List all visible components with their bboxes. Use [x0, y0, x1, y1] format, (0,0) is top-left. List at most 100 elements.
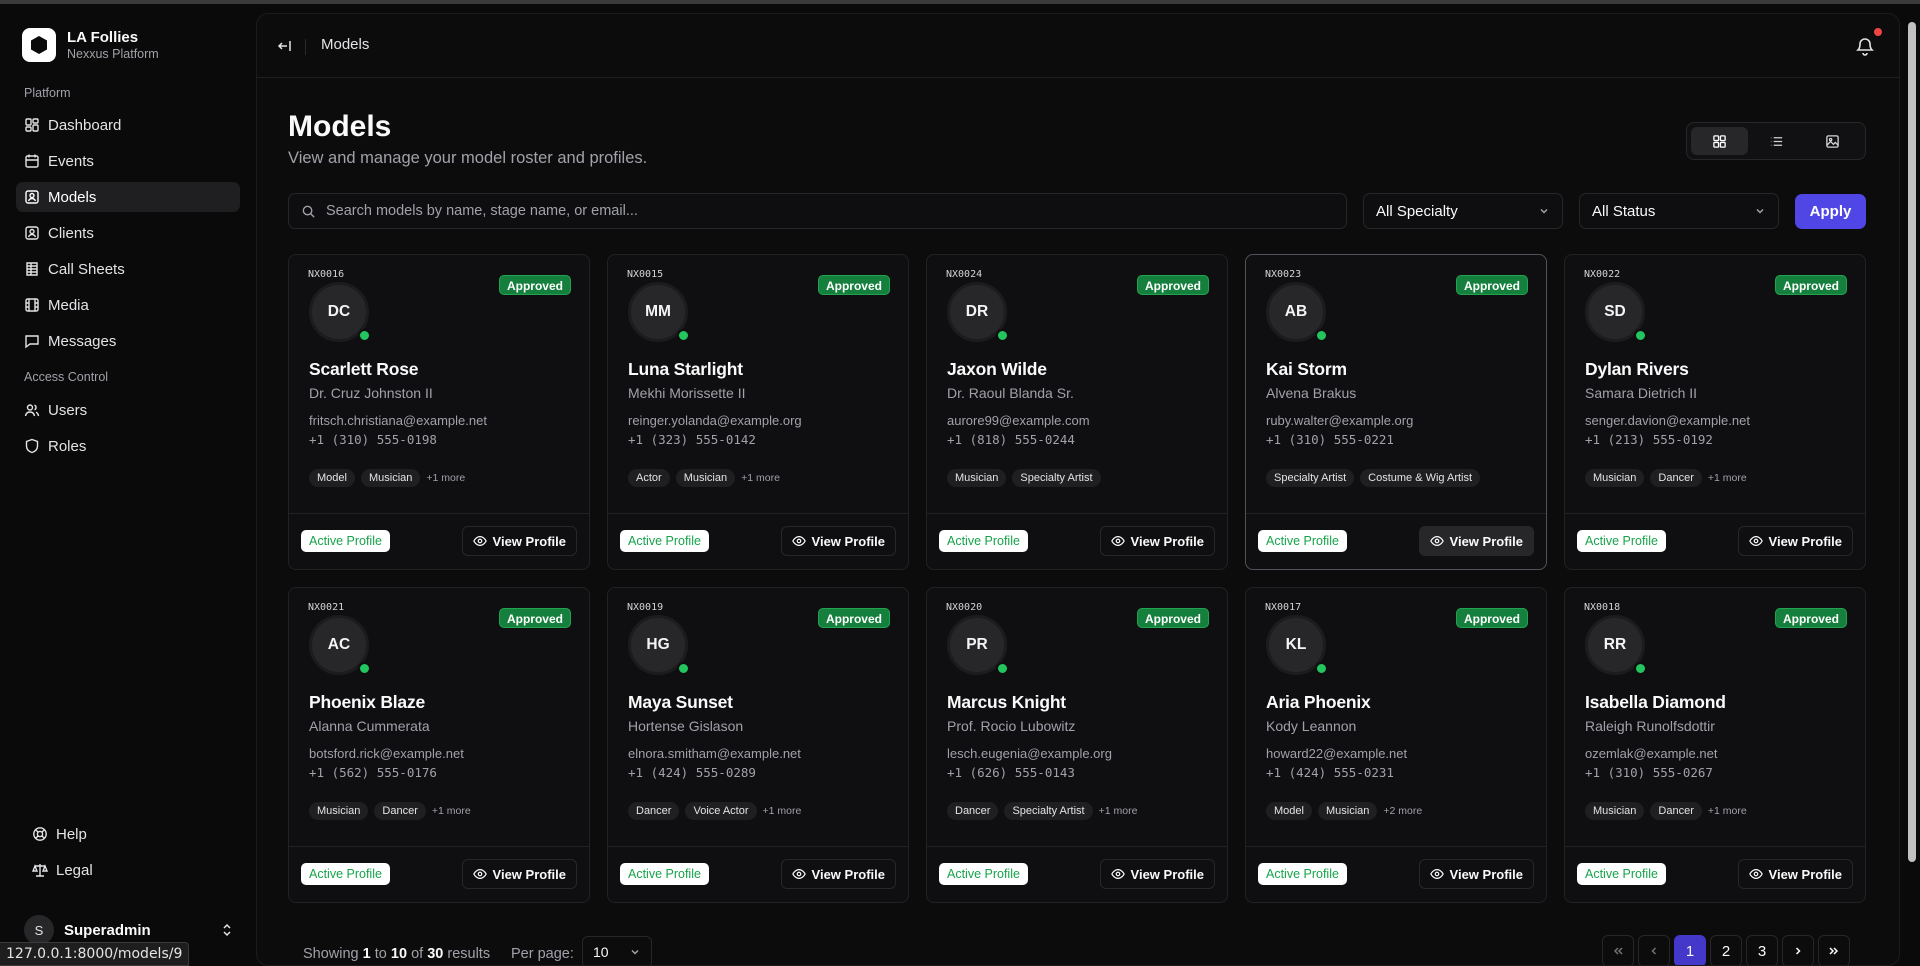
sidebar-item-label: Models	[48, 188, 97, 206]
gallery-view-button[interactable]	[1804, 127, 1861, 155]
page-button-2[interactable]: 2	[1710, 935, 1742, 965]
model-card[interactable]: NX0018 RR Approved Isabella Diamond Rale…	[1564, 587, 1866, 903]
pagination: 1 2 3	[1602, 935, 1854, 965]
active-profile-badge: Active Profile	[620, 863, 709, 885]
main-header: Models	[257, 14, 1899, 78]
model-card[interactable]: NX0021 AC Approved Phoenix Blaze Alanna …	[288, 587, 590, 903]
sidebar-item-legal[interactable]: Legal	[24, 855, 240, 885]
page-button-1[interactable]: 1	[1674, 935, 1706, 965]
model-email: botsford.rick@example.net	[309, 746, 464, 761]
search-input[interactable]	[326, 203, 1226, 219]
model-stage-name: Raleigh Runolfsdottir	[1585, 718, 1715, 734]
model-card[interactable]: NX0022 SD Approved Dylan Rivers Samara D…	[1564, 254, 1866, 570]
chevrons-left-icon	[1613, 947, 1623, 955]
model-card[interactable]: NX0023 AB Approved Kai Storm Alvena Brak…	[1245, 254, 1547, 570]
view-profile-button[interactable]: View Profile	[1418, 859, 1534, 889]
per-page-select[interactable]: 10	[582, 936, 652, 965]
chevron-left-icon	[1651, 947, 1657, 955]
active-profile-badge: Active Profile	[1258, 530, 1347, 552]
sidebar-item-label: Dashboard	[48, 116, 122, 134]
sidebar-item-media[interactable]: Media	[16, 290, 240, 320]
view-profile-button[interactable]: View Profile	[1099, 526, 1215, 556]
view-profile-button[interactable]: View Profile	[1737, 526, 1853, 556]
status-badge: Approved	[817, 275, 890, 295]
sidebar: LA Follies Nexxus Platform Platform Dash…	[0, 4, 256, 966]
specialty-tag: Musician	[360, 469, 421, 487]
active-profile-badge: Active Profile	[301, 863, 390, 885]
messages-icon	[25, 335, 39, 349]
eye-icon	[1110, 536, 1125, 546]
sidebar-item-label: Roles	[48, 437, 87, 455]
view-profile-button[interactable]: View Profile	[1418, 526, 1534, 556]
model-card[interactable]: NX0020 PR Approved Marcus Knight Prof. R…	[926, 587, 1228, 903]
view-profile-button[interactable]: View Profile	[461, 859, 577, 889]
access-section-label: Access Control	[24, 370, 109, 384]
view-profile-button[interactable]: View Profile	[1737, 859, 1853, 889]
sidebar-item-help[interactable]: Help	[24, 819, 240, 849]
sidebar-item-call-sheets[interactable]: Call Sheets	[16, 254, 240, 284]
model-stage-name: Alvena Brakus	[1266, 385, 1357, 401]
specialty-select[interactable]: All Specialty	[1363, 193, 1563, 229]
model-card[interactable]: NX0017 KL Approved Aria Phoenix Kody Lea…	[1245, 587, 1547, 903]
page-scrollbar[interactable]	[1908, 22, 1916, 862]
view-profile-label: View Profile	[811, 533, 885, 549]
view-profile-label: View Profile	[1768, 533, 1842, 549]
model-stage-name: Hortense Gislason	[628, 718, 744, 734]
sidebar-item-models[interactable]: Models	[16, 182, 240, 212]
more-tags-count: +1 more	[431, 805, 471, 817]
breadcrumb[interactable]: Models	[321, 36, 369, 53]
model-email: elnora.smitham@example.net	[628, 746, 801, 761]
model-phone: +1 (310) 555-0221	[1266, 432, 1394, 447]
specialty-tag: Musician	[1317, 802, 1378, 820]
more-tags-count: +1 more	[1098, 805, 1138, 817]
brand-title: LA Follies	[67, 28, 139, 46]
sidebar-item-roles[interactable]: Roles	[16, 431, 240, 461]
bottom-nav: Help Legal	[24, 819, 240, 891]
grid-view-button[interactable]	[1691, 127, 1748, 155]
sidebar-collapse-button[interactable]	[273, 34, 297, 58]
first-page-button[interactable]	[1602, 935, 1634, 965]
eye-icon	[1748, 869, 1763, 879]
sidebar-item-clients[interactable]: Clients	[16, 218, 240, 248]
specialty-tags: Specialty Artist Costume & Wig Artist	[1266, 469, 1486, 487]
bell-icon[interactable]	[1853, 34, 1877, 58]
view-profile-button[interactable]: View Profile	[461, 526, 577, 556]
status-select[interactable]: All Status	[1579, 193, 1779, 229]
view-mode-toggle	[1686, 122, 1866, 160]
model-card[interactable]: NX0016 DC Approved Scarlett Rose Dr. Cru…	[288, 254, 590, 570]
next-page-button[interactable]	[1782, 935, 1814, 965]
panel-collapse-icon	[277, 41, 291, 51]
model-card[interactable]: NX0024 DR Approved Jaxon Wilde Dr. Raoul…	[926, 254, 1228, 570]
last-page-button[interactable]	[1818, 935, 1850, 965]
sidebar-item-label: Media	[48, 296, 89, 314]
model-email: fritsch.christiana@example.net	[309, 413, 487, 428]
chevrons-right-icon	[1829, 947, 1839, 955]
specialty-tag: Musician	[1585, 469, 1645, 487]
apply-button[interactable]: Apply	[1795, 194, 1866, 229]
view-profile-button[interactable]: View Profile	[780, 526, 896, 556]
prev-page-button[interactable]	[1638, 935, 1670, 965]
sidebar-item-messages[interactable]: Messages	[16, 326, 240, 356]
specialty-tags: Musician Specialty Artist	[947, 469, 1107, 487]
online-status-dot	[1315, 329, 1328, 342]
sidebar-item-dashboard[interactable]: Dashboard	[16, 110, 240, 140]
model-card[interactable]: NX0019 HG Approved Maya Sunset Hortense …	[607, 587, 909, 903]
models-icon	[25, 190, 39, 204]
specialty-tag: Musician	[947, 469, 1007, 487]
eye-icon	[791, 536, 806, 546]
view-profile-label: View Profile	[492, 533, 566, 549]
sidebar-item-users[interactable]: Users	[16, 395, 240, 425]
list-view-button[interactable]	[1748, 127, 1805, 155]
search-icon	[302, 205, 315, 218]
sidebar-item-events[interactable]: Events	[16, 146, 240, 176]
search-field[interactable]	[288, 193, 1347, 229]
events-icon	[25, 154, 39, 168]
view-profile-button[interactable]: View Profile	[1099, 859, 1215, 889]
page-button-3[interactable]: 3	[1746, 935, 1778, 965]
model-card[interactable]: NX0015 MM Approved Luna Starlight Mekhi …	[607, 254, 909, 570]
chevron-right-icon	[1795, 947, 1801, 955]
view-profile-button[interactable]: View Profile	[780, 859, 896, 889]
brand[interactable]: LA Follies Nexxus Platform	[22, 28, 159, 62]
card-footer: Active Profile View Profile	[608, 513, 908, 569]
model-code: NX0016	[308, 269, 345, 280]
